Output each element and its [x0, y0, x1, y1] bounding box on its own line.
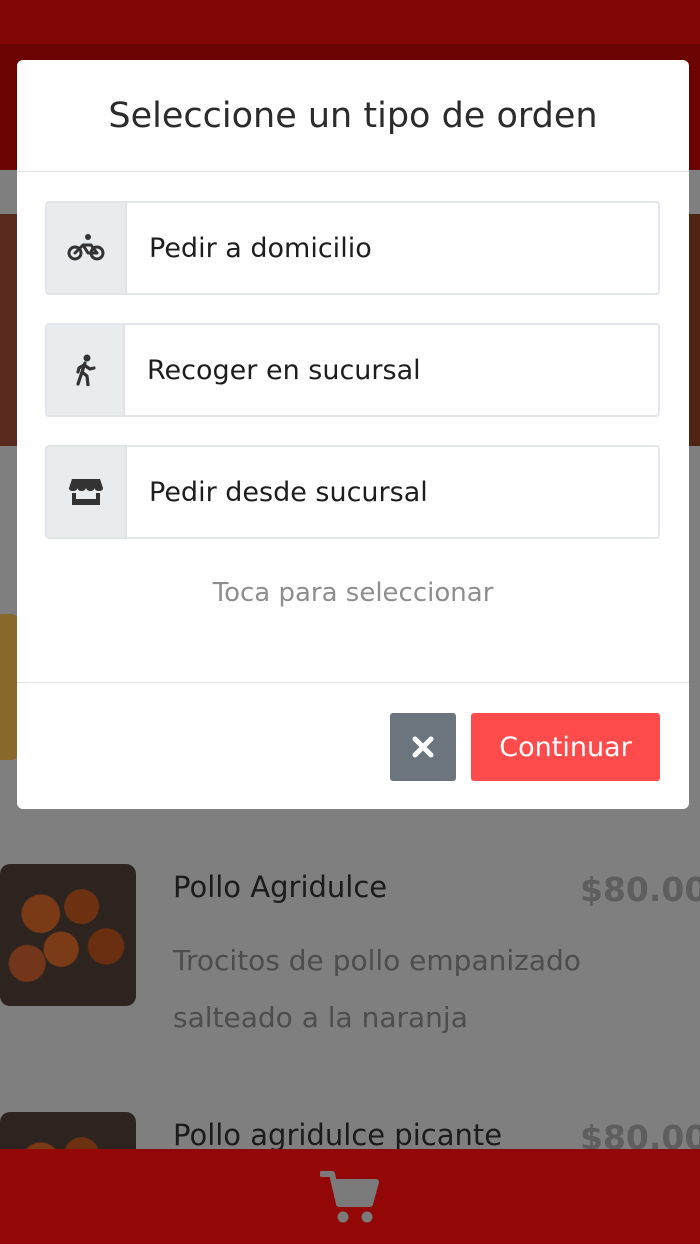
cart-icon[interactable]: [320, 1170, 380, 1224]
close-button[interactable]: [390, 713, 456, 781]
modal-footer: Continuar: [17, 682, 689, 809]
motorcycle-icon: [47, 203, 127, 293]
modal-title: Seleccione un tipo de orden: [108, 95, 598, 136]
menu-item-thumbnail: [0, 864, 136, 1006]
continue-button[interactable]: Continuar: [471, 713, 660, 781]
menu-item-description: Trocitos de pollo empanizado salteado a …: [173, 944, 581, 1034]
option-delivery[interactable]: Pedir a domicilio: [45, 201, 660, 295]
menu-item-name: Pollo Agridulce: [173, 870, 388, 904]
modal-header: Seleccione un tipo de orden: [17, 60, 689, 172]
store-icon: [47, 447, 127, 537]
close-icon: [412, 736, 434, 758]
hero-image-edge: [0, 214, 18, 446]
menu-item-price: $80.00: [580, 870, 700, 909]
menu-item-name: Pollo agridulce picante: [173, 1118, 503, 1152]
order-type-modal: Seleccione un tipo de orden Pedir a domi…: [17, 60, 689, 809]
walking-person-icon: [47, 325, 125, 415]
option-label: Pedir a domicilio: [149, 232, 372, 264]
menu-item-thumbnail: [0, 614, 18, 760]
option-in-store[interactable]: Pedir desde sucursal: [45, 445, 660, 539]
option-pickup[interactable]: Recoger en sucursal: [45, 323, 660, 417]
selection-hint: Toca para seleccionar: [212, 578, 494, 608]
option-label: Recoger en sucursal: [147, 354, 421, 386]
option-label: Pedir desde sucursal: [149, 476, 428, 508]
